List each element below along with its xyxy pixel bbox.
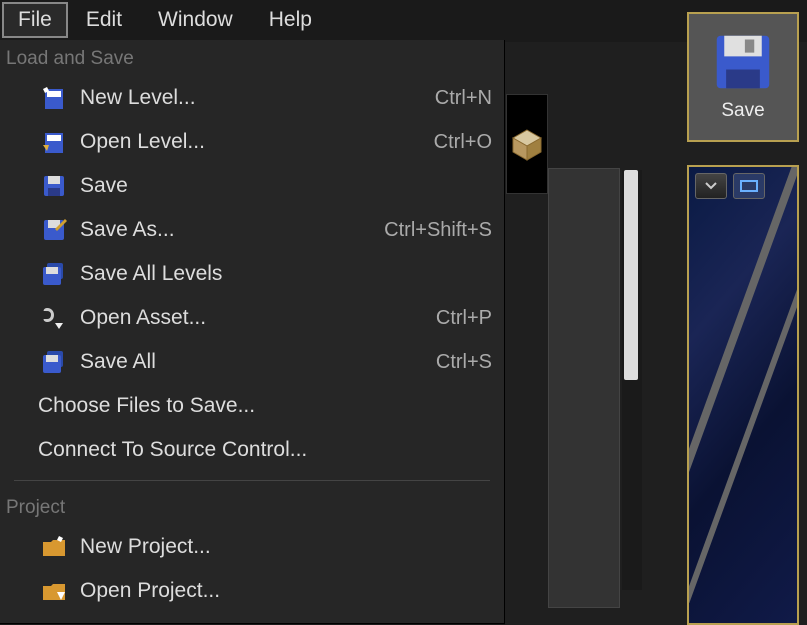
menu-open-level[interactable]: Open Level... Ctrl+O [0,120,504,164]
menu-separator [14,480,490,481]
menu-save-as-label: Save As... [80,218,384,242]
menu-save-as-shortcut: Ctrl+Shift+S [384,219,492,242]
open-asset-icon [40,304,68,332]
menu-save-label: Save [80,174,492,198]
perspective-icon [740,180,758,192]
menu-open-asset[interactable]: Open Asset... Ctrl+P [0,296,504,340]
menu-save-as[interactable]: Save As... Ctrl+Shift+S [0,208,504,252]
viewport-panel[interactable] [687,165,799,625]
panel-behind [548,168,620,608]
menu-open-level-shortcut: Ctrl+O [434,131,492,154]
menu-open-level-label: Open Level... [80,130,434,154]
open-level-icon [40,128,68,156]
section-project: Project [0,489,504,525]
save-all-icon [40,348,68,376]
new-level-icon [40,84,68,112]
menu-edit[interactable]: Edit [68,4,140,36]
menu-window[interactable]: Window [140,4,251,36]
menu-choose-files-to-save[interactable]: Choose Files to Save... [0,384,504,428]
viewport-dropdown-button[interactable] [695,173,727,199]
menu-save-all[interactable]: Save All Ctrl+S [0,340,504,384]
save-all-levels-icon [40,260,68,288]
menu-save-all-shortcut: Ctrl+S [436,351,492,374]
menu-save[interactable]: Save [0,164,504,208]
scrollbar-thumb[interactable] [624,170,638,380]
menu-open-asset-label: Open Asset... [80,306,436,330]
menu-save-all-label: Save All [80,350,436,374]
new-project-icon [40,533,68,561]
menu-save-all-levels-label: Save All Levels [80,262,492,286]
scrollbar[interactable] [622,170,642,590]
menu-choose-files-label: Choose Files to Save... [38,394,492,418]
save-floppy-icon [713,32,773,92]
file-menu-dropdown: Load and Save New Level... Ctrl+N Open L… [0,40,505,624]
open-project-icon [40,577,68,605]
toolbar-save-button[interactable]: Save [687,12,799,142]
menu-new-level-shortcut: Ctrl+N [435,87,492,110]
save-icon [40,172,68,200]
menu-open-project[interactable]: Open Project... [0,569,504,613]
menu-open-asset-shortcut: Ctrl+P [436,307,492,330]
menu-new-level[interactable]: New Level... Ctrl+N [0,76,504,120]
box-icon [509,126,545,162]
menu-help[interactable]: Help [251,4,330,36]
menu-new-project[interactable]: New Project... [0,525,504,569]
menu-save-all-levels[interactable]: Save All Levels [0,252,504,296]
menu-new-level-label: New Level... [80,86,435,110]
viewport-mode-button[interactable] [733,173,765,199]
menu-new-project-label: New Project... [80,535,492,559]
menu-file[interactable]: File [2,2,68,38]
menu-open-project-label: Open Project... [80,579,492,603]
toolbar-save-label: Save [721,100,764,122]
menubar: File Edit Window Help [0,0,807,40]
chevron-down-icon [705,182,717,190]
section-load-and-save: Load and Save [0,40,504,76]
asset-thumbnail[interactable] [506,94,548,194]
save-as-icon [40,216,68,244]
menu-connect-source-control[interactable]: Connect To Source Control... [0,428,504,472]
menu-source-control-label: Connect To Source Control... [38,438,492,462]
